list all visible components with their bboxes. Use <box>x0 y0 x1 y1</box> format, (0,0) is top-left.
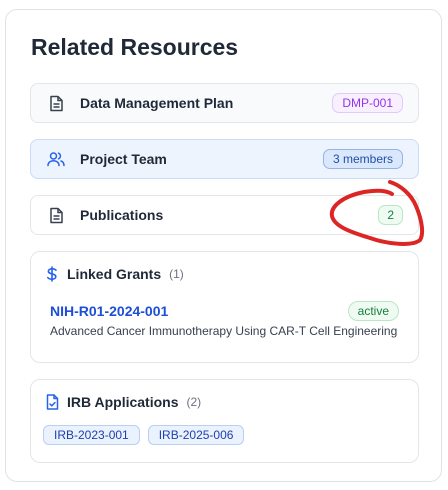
linked-grants-title: Linked Grants <box>67 266 162 282</box>
irb-applications-count: (2) <box>186 395 202 409</box>
resource-project-team[interactable]: Project Team 3 members <box>30 139 419 179</box>
document-icon <box>47 206 65 224</box>
irb-tag[interactable]: IRB-2025-006 <box>147 425 245 445</box>
grant-id-link[interactable]: NIH-R01-2024-001 <box>50 303 168 319</box>
related-resources-card: Related Resources Data Management Plan D… <box>5 9 442 482</box>
resource-label: Data Management Plan <box>80 95 234 111</box>
grant-status-badge: active <box>347 301 399 321</box>
document-icon <box>47 94 65 112</box>
irb-tag[interactable]: IRB-2023-001 <box>43 425 140 445</box>
irb-applications-header: IRB Applications (2) <box>45 394 201 410</box>
resource-label: Publications <box>80 207 164 223</box>
resource-label: Project Team <box>80 151 167 167</box>
dollar-icon <box>45 266 59 282</box>
resource-badge: DMP-001 <box>332 93 403 113</box>
users-icon <box>47 150 65 168</box>
resource-badge: 2 <box>378 205 403 225</box>
irb-applications-panel: IRB Applications (2) IRB-2023-001 IRB-20… <box>30 379 419 463</box>
irb-applications-title: IRB Applications <box>67 394 179 410</box>
file-check-icon <box>45 394 59 410</box>
grant-description: Advanced Cancer Immunotherapy Using CAR-… <box>50 324 398 338</box>
card-title: Related Resources <box>31 34 239 60</box>
linked-grants-panel: Linked Grants (1) NIH-R01-2024-001 activ… <box>30 251 419 363</box>
linked-grants-count: (1) <box>169 267 184 281</box>
linked-grants-header: Linked Grants (1) <box>45 266 184 282</box>
resource-publications[interactable]: Publications 2 <box>30 195 419 235</box>
resource-data-management-plan[interactable]: Data Management Plan DMP-001 <box>30 83 419 123</box>
resource-badge: 3 members <box>322 149 403 169</box>
irb-tag-list: IRB-2023-001 IRB-2025-006 <box>43 425 245 445</box>
